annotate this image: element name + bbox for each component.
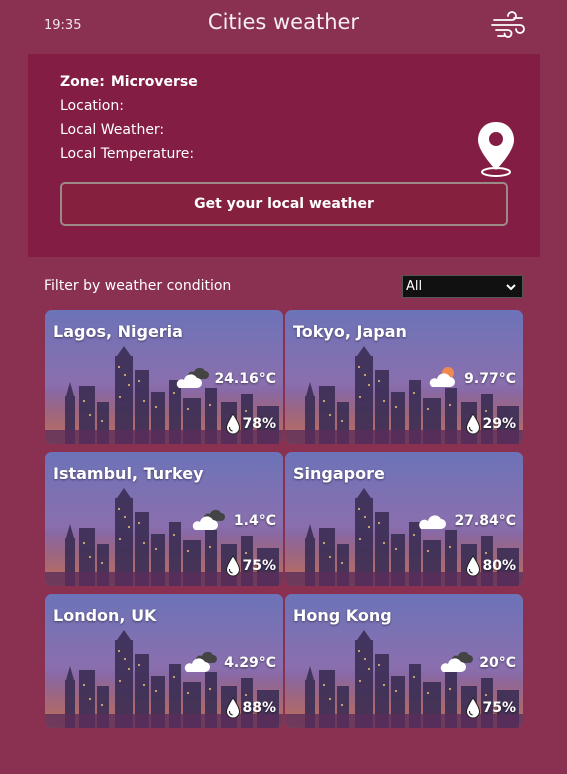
local-temperature-label: Local Temperature:: [60, 146, 195, 162]
city-card[interactable]: Hong Kong 20°C 75%: [285, 594, 523, 728]
zone-row: Zone: Microverse: [60, 74, 198, 90]
humidity-drop-icon: [225, 413, 241, 435]
city-humidity: 75%: [482, 700, 516, 716]
cloud-icon: [416, 505, 450, 533]
city-card[interactable]: Istambul, Turkey 1.4°C 75%: [45, 452, 283, 586]
local-zone-panel: Zone: Microverse Location: Local Weather:…: [28, 54, 540, 257]
map-pin-icon: [474, 118, 518, 180]
humidity-drop-icon: [225, 555, 241, 577]
city-temperature: 1.4°C: [233, 513, 276, 529]
humidity-drop-icon: [465, 555, 481, 577]
filter-label: Filter by weather condition: [44, 278, 232, 294]
city-temperature: 9.77°C: [464, 371, 516, 387]
humidity-drop-icon: [465, 413, 481, 435]
filter-selected-value: All: [406, 279, 423, 294]
city-name: Singapore: [293, 464, 385, 483]
city-name: London, UK: [53, 606, 157, 625]
app-header: 19:35 Cities weather: [0, 0, 567, 54]
cloudy-icon: [440, 647, 474, 675]
city-temperature: 4.29°C: [224, 655, 276, 671]
city-name: Hong Kong: [293, 606, 392, 625]
weather-filter-select[interactable]: All: [402, 275, 523, 298]
zone-value: Microverse: [110, 74, 198, 90]
humidity-drop-icon: [225, 697, 241, 719]
city-card[interactable]: Singapore 27.84°C 80%: [285, 452, 523, 586]
city-card[interactable]: Tokyo, Japan 9.77°C 29%: [285, 310, 523, 444]
city-humidity: 75%: [242, 558, 276, 574]
humidity-drop-icon: [465, 697, 481, 719]
city-name: Lagos, Nigeria: [53, 322, 183, 341]
city-temperature: 27.84°C: [454, 513, 516, 529]
app-title: Cities weather: [207, 10, 360, 34]
city-humidity: 80%: [482, 558, 516, 574]
local-weather-label: Local Weather:: [60, 122, 165, 138]
city-temperature: 20°C: [479, 655, 516, 671]
city-temperature: 24.16°C: [214, 371, 276, 387]
partly-cloudy-icon: [426, 363, 460, 391]
cloudy-icon: [176, 363, 210, 391]
chevron-down-icon: [506, 280, 516, 294]
location-label: Location:: [60, 98, 124, 114]
get-local-weather-button[interactable]: Get your local weather: [60, 182, 508, 226]
cloudy-icon: [184, 647, 218, 675]
city-humidity: 29%: [482, 416, 516, 432]
city-humidity: 88%: [242, 700, 276, 716]
city-card[interactable]: Lagos, Nigeria 24.16°C 78%: [45, 310, 283, 444]
city-name: Tokyo, Japan: [293, 322, 407, 341]
city-humidity: 78%: [242, 416, 276, 432]
city-name: Istambul, Turkey: [53, 464, 204, 483]
wind-icon[interactable]: [490, 10, 526, 42]
zone-label: Zone:: [60, 74, 105, 90]
cloudy-icon: [192, 505, 226, 533]
city-card[interactable]: London, UK 4.29°C 88%: [45, 594, 283, 728]
